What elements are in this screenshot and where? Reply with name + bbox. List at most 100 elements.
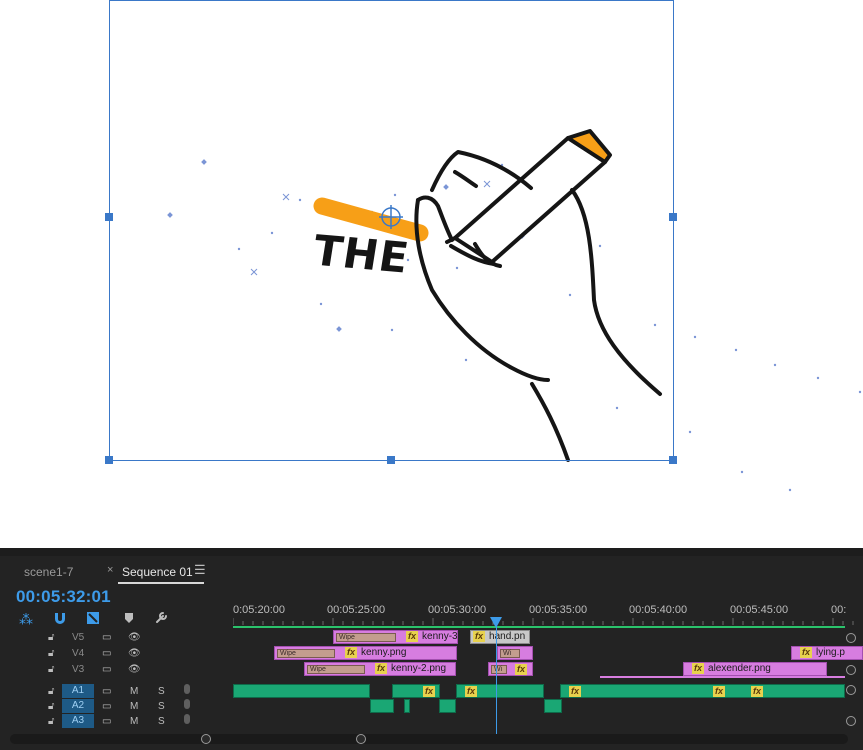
video-clip[interactable]: Wi fx (488, 662, 533, 676)
lock-icon[interactable]: 🔓︎ (48, 631, 54, 644)
timeline-panel[interactable]: scene1-7 × Sequence 01 ☰ 00:05:32:01 ⁂ 0… (0, 556, 863, 750)
track-header-v5[interactable]: 🔓︎ V5 ▭ 👁︎ (0, 630, 233, 645)
mute-button[interactable]: M (130, 700, 138, 713)
fx-badge[interactable]: fx (800, 647, 813, 658)
playhead-line[interactable] (496, 618, 497, 740)
track-label-a3[interactable]: A3 (62, 714, 94, 728)
video-clip[interactable]: Wi (497, 646, 533, 660)
fx-badge[interactable]: fx (375, 663, 388, 674)
microphone-icon[interactable] (184, 684, 190, 694)
lock-icon[interactable]: 🔓︎ (48, 685, 54, 698)
track-header-a1[interactable]: 🔓︎ A1 ▭ M S (0, 684, 233, 699)
video-clip[interactable]: Wipe fx kenny.png (274, 646, 457, 660)
fx-badge[interactable]: fx (423, 686, 436, 697)
track-header-a2[interactable]: 🔓︎ A2 ▭ M S (0, 699, 233, 714)
fx-badge[interactable]: fx (713, 686, 726, 697)
video-clip[interactable]: fx alexender.png (683, 662, 827, 676)
audio-clip[interactable]: fx (456, 684, 544, 698)
eye-icon[interactable]: 👁︎ (128, 663, 141, 676)
track-label-a2[interactable]: A2 (62, 699, 94, 713)
eye-icon[interactable]: 👁︎ (128, 631, 141, 644)
track-label: V5 (72, 632, 85, 643)
fx-badge[interactable]: fx (406, 631, 419, 642)
snap-icon[interactable] (53, 611, 67, 628)
track-header-v4[interactable]: 🔓︎ V4 ▭ 👁︎ (0, 646, 233, 661)
microphone-icon[interactable] (184, 714, 190, 724)
audio-clip[interactable] (439, 699, 456, 713)
transition-wipe[interactable]: Wi (491, 665, 507, 674)
tab-sequence-01[interactable]: Sequence 01 (122, 565, 193, 579)
track-height-knob[interactable] (846, 685, 856, 695)
track-height-knob[interactable] (846, 716, 856, 726)
solo-button[interactable]: S (158, 685, 165, 698)
clip-extension (600, 676, 845, 678)
close-tab-icon[interactable]: × (107, 564, 113, 576)
audio-clip[interactable] (404, 699, 410, 713)
sync-lock-icon[interactable]: ▭ (102, 663, 111, 676)
add-marker-icon[interactable] (124, 611, 134, 627)
handle-bottom-left (105, 456, 113, 464)
insert-nest-icon[interactable]: ⁂ (19, 611, 33, 627)
panel-divider[interactable] (0, 548, 863, 556)
track-label: V4 (72, 648, 85, 659)
playhead-timecode[interactable]: 00:05:32:01 (16, 587, 111, 607)
video-clip[interactable]: Wipe fx kenny-3. (333, 630, 458, 644)
program-monitor[interactable]: THE (0, 0, 863, 548)
ruler-time-label: 00:05:30:00 (428, 604, 487, 616)
audio-clip[interactable] (370, 699, 394, 713)
fx-badge[interactable]: fx (473, 631, 486, 642)
audio-clip[interactable] (544, 699, 562, 713)
transition-wipe[interactable]: Wipe (307, 665, 365, 674)
fx-badge[interactable]: fx (345, 647, 358, 658)
wrench-icon[interactable] (155, 611, 168, 627)
zoom-handle-right[interactable] (356, 734, 366, 744)
audio-clip[interactable]: fx fx fx (560, 684, 845, 698)
linked-selection-icon[interactable] (86, 611, 100, 628)
sync-lock-icon[interactable]: ▭ (102, 700, 111, 713)
zoom-handle-left[interactable] (201, 734, 211, 744)
zoom-scroll-thumb[interactable] (201, 734, 366, 744)
lock-icon[interactable]: 🔓︎ (48, 715, 54, 728)
audio-clip[interactable]: fx (392, 684, 440, 698)
video-clip[interactable]: Wipe fx kenny-2.png (304, 662, 456, 676)
solo-button[interactable]: S (158, 715, 165, 728)
transition-wipe[interactable]: Wipe (277, 649, 335, 658)
timeline-zoom-scrollbar[interactable] (10, 734, 848, 744)
tab-scene1-7[interactable]: scene1-7 (24, 565, 73, 579)
fx-badge[interactable]: fx (515, 664, 528, 675)
sync-lock-icon[interactable]: ▭ (102, 631, 111, 644)
track-header-v3[interactable]: 🔓︎ V3 ▭ 👁︎ (0, 662, 233, 677)
playhead-handle[interactable] (490, 617, 502, 628)
track-height-knob[interactable] (846, 633, 856, 643)
track-header-a3[interactable]: 🔓︎ A3 ▭ M S (0, 714, 233, 729)
video-clip[interactable]: fx hand.pn (470, 630, 530, 644)
transition-wipe[interactable]: Wi (500, 649, 520, 658)
active-tab-indicator (118, 582, 204, 584)
fx-badge[interactable]: fx (692, 663, 705, 674)
ruler-time-label: 00:05:25:00 (327, 604, 386, 616)
fx-badge[interactable]: fx (569, 686, 582, 697)
clip-name: kenny-3. (422, 631, 458, 642)
track-height-knob[interactable] (846, 665, 856, 675)
fx-badge[interactable]: fx (465, 686, 478, 697)
audio-clip[interactable] (233, 684, 370, 698)
lock-icon[interactable]: 🔓︎ (48, 647, 54, 660)
panel-menu-icon[interactable]: ☰ (194, 562, 206, 578)
microphone-icon[interactable] (184, 699, 190, 709)
sync-lock-icon[interactable]: ▭ (102, 715, 111, 728)
ruler-time-label: 00:05:35:00 (529, 604, 588, 616)
time-ruler-ticks[interactable] (233, 618, 863, 628)
lock-icon[interactable]: 🔓︎ (48, 663, 54, 676)
sync-lock-icon[interactable]: ▭ (102, 647, 111, 660)
eye-icon[interactable]: 👁︎ (128, 647, 141, 660)
mute-button[interactable]: M (130, 685, 138, 698)
mute-button[interactable]: M (130, 715, 138, 728)
track-label-a1[interactable]: A1 (62, 684, 94, 698)
fx-badge[interactable]: fx (751, 686, 764, 697)
lock-icon[interactable]: 🔓︎ (48, 700, 54, 713)
sync-lock-icon[interactable]: ▭ (102, 685, 111, 698)
ruler-time-label: 00:05:45:00 (730, 604, 789, 616)
video-clip[interactable]: fx lying.p (791, 646, 863, 660)
solo-button[interactable]: S (158, 700, 165, 713)
transition-wipe[interactable]: Wipe (336, 633, 396, 642)
